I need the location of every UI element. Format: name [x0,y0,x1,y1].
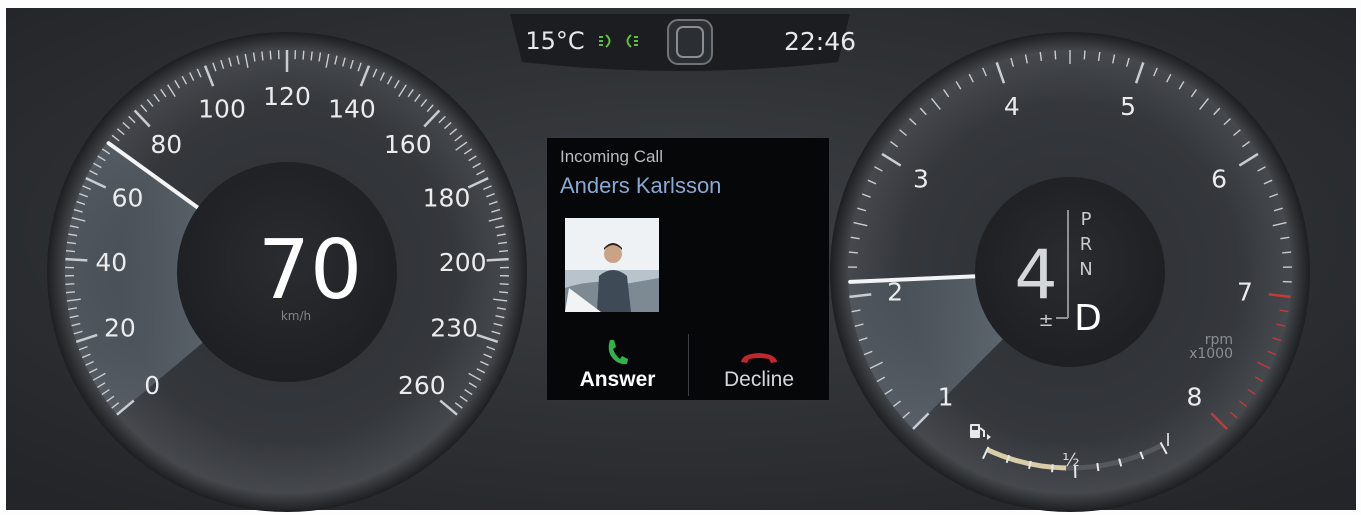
minor-tick [65,250,76,253]
speed-tick-200: 200 [439,248,487,277]
speed-tick-120: 120 [263,82,311,111]
rpm-unit-line2: x1000 [1189,346,1233,362]
rpm-tick-4: 4 [1004,92,1020,121]
fuel-tick [1096,462,1100,472]
caller-photo [565,218,659,312]
speed-value: 70 [258,223,362,318]
speed-unit: km/h [281,309,311,323]
rpm-tick-5: 5 [1120,92,1136,121]
outside-temperature: 15°C [525,27,584,55]
answer-label: Answer [579,368,656,391]
minor-tick [1054,50,1057,60]
speed-tick-40: 40 [95,248,127,277]
rpm-tick-1: 1 [938,382,954,411]
incoming-call-panel: Incoming Call Anders Karlsson Answer Dec… [547,138,829,400]
minor-tick [269,50,272,60]
gear-position-p: P [1081,209,1092,230]
speed-tick-100: 100 [198,94,246,123]
fuel-full-label: I [1165,430,1170,451]
rpm-tick-6: 6 [1211,164,1227,193]
decline-label: Decline [723,368,795,391]
speed-tick-140: 140 [328,94,376,123]
minor-tick [499,291,509,294]
call-title: Incoming Call [560,147,663,166]
driver-support-icon [667,19,713,65]
answer-button[interactable]: Answer [547,328,688,400]
tachometer-hub [975,177,1165,367]
major-tick [486,257,509,262]
minor-tick [498,250,509,253]
gear-position-r: R [1080,234,1093,255]
major-tick [65,257,88,262]
speed-tick-260: 260 [398,371,446,400]
phone-decline-icon [741,353,777,363]
speed-tick-180: 180 [423,184,471,213]
speed-tick-80: 80 [150,130,182,159]
clock: 22:46 [784,27,856,56]
speed-tick-230: 230 [430,313,478,342]
speed-tick-20: 20 [104,313,136,342]
rpm-tick-8: 8 [1186,382,1202,411]
rpm-tick-7: 7 [1237,278,1253,307]
minor-tick [1083,50,1086,60]
tachometer: 1234 5678 rpm x1000 [830,32,1310,512]
current-gear: 4 [1014,236,1057,315]
gear-position-n: N [1079,259,1092,280]
gear-selected: D [1074,298,1102,339]
minor-tick [848,251,858,254]
caller-name: Anders Karlsson [560,173,722,198]
speed-tick-160: 160 [384,130,432,159]
speed-tick-60: 60 [112,184,144,213]
minor-tick [302,50,305,60]
minor-tick [65,291,75,294]
phone-answer-icon [608,340,628,365]
manual-shift-mark: ± [1038,310,1053,331]
decline-button[interactable]: Decline [689,328,829,400]
fuel-tick [1051,464,1054,473]
rpm-tick-3: 3 [913,164,929,193]
minor-tick [1282,251,1292,254]
speed-tick-0: 0 [144,371,160,400]
fuel-half-label: ½ [1062,450,1079,471]
speedometer: 0 20 40 6080 100 120 140 160 180 200 230 260 70 km/… [47,32,527,512]
